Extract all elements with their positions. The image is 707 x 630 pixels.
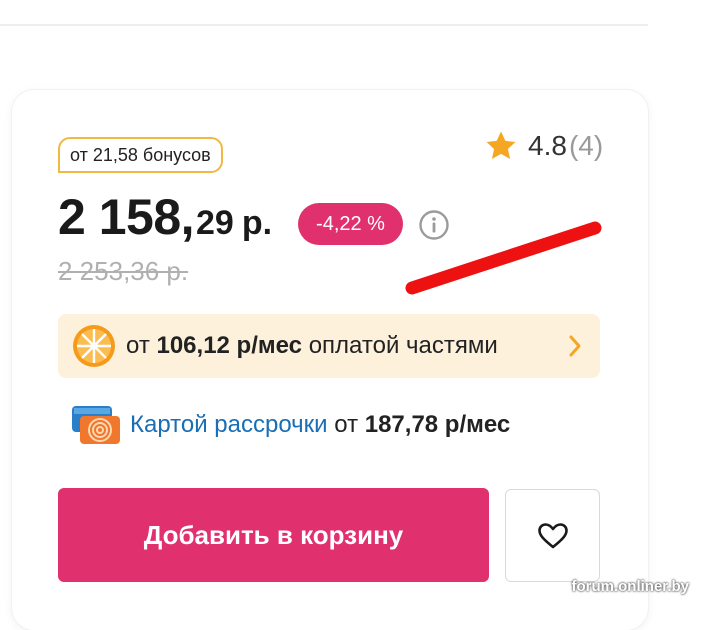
red-marker-stroke xyxy=(405,221,602,295)
installment-card-icon xyxy=(72,406,120,444)
current-price: 2 158, 29 р. xyxy=(58,188,272,246)
card-installment-link[interactable]: Картой рассрочки xyxy=(130,411,328,438)
bonus-text: от 21,58 бонусов xyxy=(70,144,211,165)
rating-value: 4.8 xyxy=(528,130,567,161)
top-divider xyxy=(0,24,648,26)
installment-prefix: от xyxy=(126,332,150,359)
rating[interactable]: 4.8 (4) xyxy=(484,126,603,166)
add-to-cart-button[interactable]: Добавить в корзину xyxy=(58,488,489,582)
rating-count[interactable]: (4) xyxy=(569,130,603,162)
bonus-badge: от 21,58 бонусов xyxy=(58,137,223,173)
installment-text: от 106,12 р/мес оплатой частями xyxy=(126,332,498,360)
card-installment-text: Картой рассрочки от 187,78 р/мес xyxy=(130,411,510,439)
discount-text: -4,22 % xyxy=(316,212,385,235)
card-installment-prefix: от xyxy=(334,411,359,438)
heart-icon xyxy=(537,522,568,548)
card-installment-row: Картой рассрочки от 187,78 р/мес xyxy=(72,404,510,446)
price-cents: 29 xyxy=(196,204,234,242)
price-currency: р. xyxy=(241,204,273,242)
price-main: 2 158, xyxy=(58,189,195,245)
page-margin xyxy=(648,0,707,607)
watermark: forum.onliner.by xyxy=(571,578,689,595)
chevron-right-icon xyxy=(569,335,581,357)
discount-badge: -4,22 % xyxy=(298,203,403,245)
installment-suffix: оплатой частями xyxy=(308,332,498,359)
card-installment-amount: 187,78 р/мес xyxy=(364,411,511,438)
installment-amount: 106,12 р/мес xyxy=(156,332,303,359)
orange-slice-icon xyxy=(73,325,115,367)
star-icon xyxy=(486,131,516,160)
installment-banner[interactable]: от 106,12 р/мес оплатой частями xyxy=(58,314,600,378)
favorite-button[interactable] xyxy=(505,489,600,582)
old-price: 2 253,36 р. xyxy=(58,256,189,286)
